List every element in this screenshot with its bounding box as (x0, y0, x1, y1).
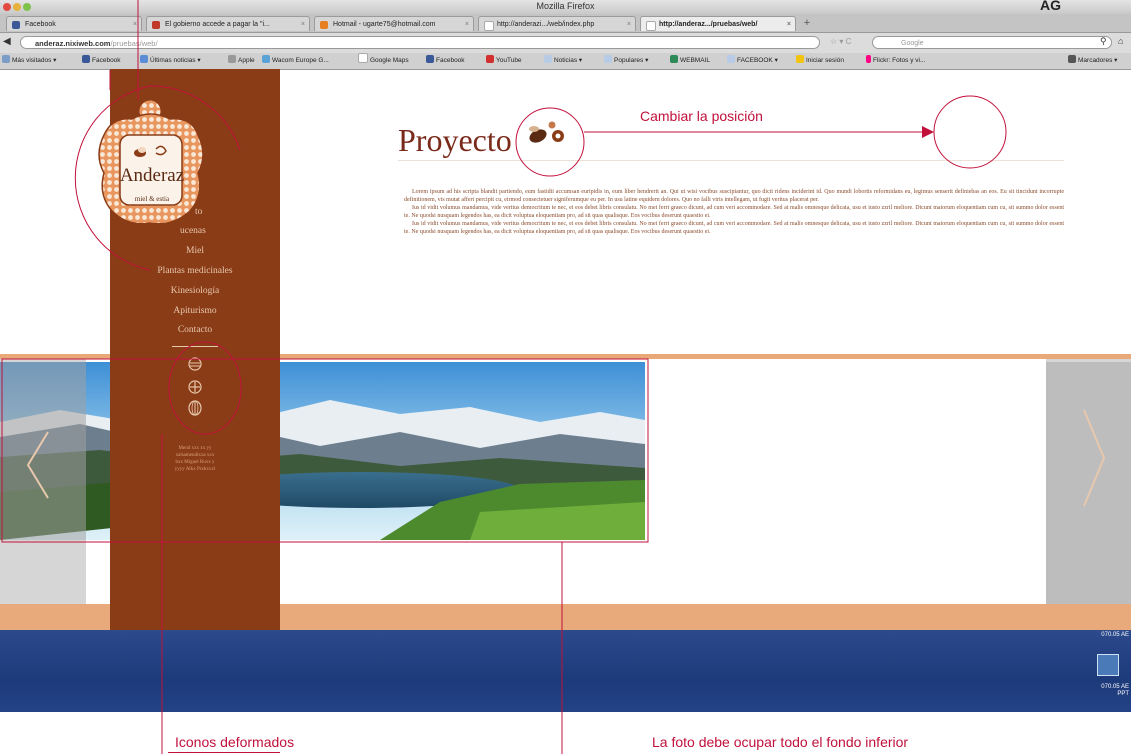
window-titlebar: Mozilla Firefox AG (0, 0, 1131, 14)
menu-item-kinesiologia[interactable]: Kinesiología (110, 286, 280, 296)
corner-text: AG (1040, 0, 1061, 13)
title-underline (398, 160, 1064, 161)
bookmarks-menu[interactable]: Marcadores ▾ (1068, 53, 1117, 69)
facebook-favicon-icon (12, 21, 20, 29)
bookmark-most-visited[interactable]: Más visitados ▾ (2, 53, 56, 69)
bookmark-facebook-2[interactable]: Facebook (426, 53, 465, 69)
bookmark-populares[interactable]: Populares ▾ (604, 53, 648, 69)
bookmark-webmail[interactable]: WEBMAIL (670, 53, 710, 69)
slider-prev-arrow-icon[interactable] (24, 430, 52, 505)
desktop-background: 070.05 AE 070.05 AE PPT (0, 630, 1131, 712)
bookmark-login[interactable]: Iniciar sesión (796, 53, 844, 69)
search-input[interactable]: Google (872, 36, 1112, 49)
new-tab-button[interactable]: + (800, 16, 814, 30)
contact-address: Mend xxx xx yy xalsamendixxa xxx bxx Mig… (174, 446, 216, 472)
window-title: Mozilla Firefox (536, 1, 595, 11)
slider-photo (0, 362, 645, 540)
home-icon[interactable]: ⌂ (1118, 36, 1123, 46)
tab-label: http://anderazi.../web/index.php (497, 21, 595, 28)
bookmark-noticias[interactable]: Noticias ▾ (544, 53, 582, 69)
landscape-photo (0, 362, 645, 540)
tab-bar: Facebook × El gobierno accede a pagar la… (0, 14, 1131, 33)
close-tab-icon[interactable]: × (133, 17, 137, 31)
tab-anderaz-pruebas[interactable]: http://anderaz.../pruebas/web/ × (640, 16, 796, 31)
url-path: /pruebas/web/ (110, 39, 158, 48)
search-icon[interactable]: ⚲ (1100, 36, 1107, 47)
desktop-clock-1: 070.05 AE (1101, 632, 1129, 638)
menu-item-miel[interactable]: Miel (110, 246, 280, 256)
desktop-clock-2: 070.05 AE PPT (1101, 684, 1129, 697)
menu-item-contacto[interactable]: Contacto (110, 325, 280, 335)
close-tab-icon[interactable]: × (627, 17, 631, 31)
menu-divider (172, 346, 218, 347)
page-favicon-icon (646, 21, 656, 31)
page-title: Proyecto (398, 122, 512, 158)
tab-anderaz-index[interactable]: http://anderazi.../web/index.php × (478, 16, 636, 31)
tab-label: Hotmail - ugarte75@hotmail.com (333, 21, 436, 28)
bookmark-wacom[interactable]: Wacom Europe G... (262, 53, 329, 69)
url-bar[interactable]: anderaz.nixiweb.com/pruebas/web/ (20, 36, 820, 49)
paragraph-3: Ius id vidit volumus mandamus, vide veri… (404, 221, 1064, 235)
social-icons-svg (188, 357, 202, 416)
navigation-bar: ◀ anderaz.nixiweb.com/pruebas/web/ ☆ ▾ C… (0, 33, 1131, 53)
tab-hotmail[interactable]: Hotmail - ugarte75@hotmail.com × (314, 16, 474, 31)
globe-icon[interactable] (188, 400, 202, 416)
menu-item-proyecto[interactable]: to (195, 207, 225, 217)
paragraph-2: Ius id vidit volumus mandamus, vide veri… (404, 205, 1064, 219)
social-icons (187, 356, 203, 423)
logo-name: Anderaz (119, 165, 185, 186)
bookmark-facebook[interactable]: Facebook (82, 53, 121, 69)
menu-item-plantas[interactable]: Plantas medicinales (110, 266, 280, 276)
logo-tagline: miel & estia (134, 195, 170, 203)
annotation-area (0, 712, 1131, 754)
bookmark-google-maps[interactable]: Google Maps (358, 53, 409, 69)
annotation-icons-deformed: Iconos deformados (175, 734, 295, 750)
bookmark-apple[interactable]: Apple (228, 53, 255, 69)
bookmarks-bar: Más visitados ▾ Facebook Últimas noticia… (0, 53, 1131, 70)
close-tab-icon[interactable]: × (301, 17, 305, 31)
close-tab-icon[interactable]: × (787, 17, 791, 31)
add-icon[interactable] (188, 380, 202, 394)
email-icon[interactable] (188, 357, 202, 371)
tab-label: El gobierno accede a pagar la "i... (165, 21, 270, 28)
url-domain: anderaz.nixiweb.com (35, 39, 111, 48)
body-text: Lorem ipsum ad his scripta blandit parti… (404, 188, 1064, 236)
close-tab-icon[interactable]: × (465, 17, 469, 31)
back-button-icon[interactable]: ◀ (3, 36, 11, 47)
annotation-move-position: Cambiar la posición (640, 108, 763, 124)
tab-label: Facebook (25, 21, 56, 28)
desktop-file-icon[interactable] (1097, 654, 1119, 676)
bookmark-news[interactable]: Últimas noticias ▾ (140, 53, 201, 69)
site-logo[interactable]: Anderaz miel & estia (92, 95, 212, 240)
bookmark-star-icon[interactable]: ☆ ▾ C (830, 37, 851, 46)
hotmail-favicon-icon (320, 21, 328, 29)
news-favicon-icon (152, 21, 160, 29)
tab-news[interactable]: El gobierno accede a pagar la "i... × (146, 16, 310, 31)
slider-next-arrow-icon[interactable] (1080, 408, 1108, 513)
paragraph-1: Lorem ipsum ad his scripta blandit parti… (404, 189, 1064, 203)
bee-honeycomb-icon (512, 112, 592, 177)
tab-facebook[interactable]: Facebook × (6, 16, 142, 31)
bookmark-flickr[interactable]: Flickr: Fotos y vi... (866, 53, 925, 69)
annotation-photo-background: La foto debe ocupar todo el fondo inferi… (652, 734, 909, 750)
bookmark-facebook-folder[interactable]: FACEBOOK ▾ (727, 53, 778, 69)
annotation-underline (168, 752, 280, 753)
menu-item-colmenas[interactable]: ucenas (180, 226, 240, 236)
menu-item-apiturismo[interactable]: Apiturismo (110, 306, 280, 316)
bookmark-youtube[interactable]: YouTube (486, 53, 522, 69)
tab-label: http://anderaz.../pruebas/web/ (659, 21, 758, 28)
page-favicon-icon (484, 21, 494, 31)
